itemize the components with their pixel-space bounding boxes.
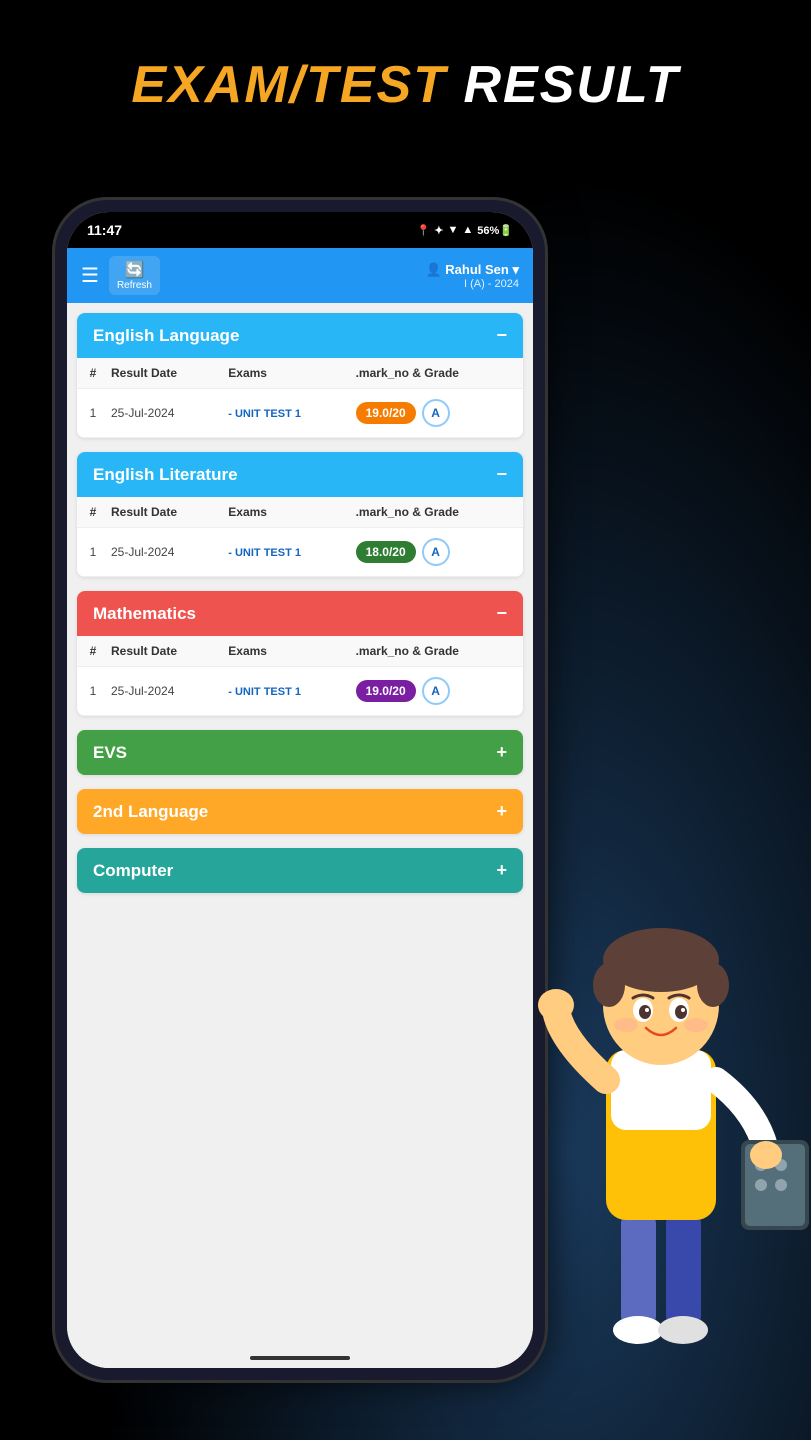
grade-circle: A [422,677,450,705]
col-exam: Exams [222,636,349,667]
wifi-icon: ▼ [448,224,459,236]
table-header-row: # Result Date Exams .mark_no & Grade [77,358,523,389]
user-name[interactable]: 👤 Rahul Sen ▾ [425,262,519,278]
subject-header-english-literature[interactable]: English Literature − [77,452,523,497]
expand-btn-evs[interactable]: + [496,742,507,763]
content-area[interactable]: English Language − # Result Date Exams .… [67,303,533,1368]
page-title: EXAM/TEST RESULT [131,55,679,115]
marks-grade-container: 19.0/20 A [356,677,517,705]
status-time: 11:47 [87,222,122,238]
row-exam: - UNIT TEST 1 [222,389,349,438]
col-num: # [77,358,105,389]
col-marks-grade: .mark_no & Grade [350,358,523,389]
row-date: 25-Jul-2024 [105,667,222,716]
row-marks-grade: 18.0/20 A [350,528,523,577]
hamburger-menu[interactable]: ☰ [81,263,99,288]
subject-name-mathematics: Mathematics [93,604,196,624]
result-table-english-literature: # Result Date Exams .mark_no & Grade 1 2… [77,497,523,577]
marks-grade-container: 18.0/20 A [356,538,517,566]
subject-header-2nd-language[interactable]: 2nd Language + [77,789,523,834]
header-left: ☰ 🔄 Refresh [81,256,160,295]
phone-screen: 11:47 📍 ✦ ▼ ▲ 56%🔋 ☰ 🔄 Refresh 👤 Rahul S… [67,212,533,1368]
subject-card-computer: Computer + [77,848,523,893]
result-table-mathematics: # Result Date Exams .mark_no & Grade 1 2… [77,636,523,716]
row-exam: - UNIT TEST 1 [222,667,349,716]
phone-frame: 11:47 📍 ✦ ▼ ▲ 56%🔋 ☰ 🔄 Refresh 👤 Rahul S… [55,200,545,1380]
row-num: 1 [77,389,105,438]
user-class: I (A) - 2024 [425,278,519,290]
marks-badge: 18.0/20 [356,541,416,563]
subject-header-evs[interactable]: EVS + [77,730,523,775]
col-date: Result Date [105,497,222,528]
row-date: 25-Jul-2024 [105,389,222,438]
exam-name: - UNIT TEST 1 [228,547,301,559]
subject-name-english-literature: English Literature [93,465,238,485]
collapse-btn-mathematics[interactable]: − [496,603,507,624]
subject-card-evs: EVS + [77,730,523,775]
col-date: Result Date [105,358,222,389]
location-icon: 📍 [417,224,431,237]
bluetooth-icon: ✦ [434,224,443,237]
collapse-btn-english-language[interactable]: − [496,325,507,346]
table-row: 1 25-Jul-2024 - UNIT TEST 1 18.0/20 A [77,528,523,577]
table-header-row: # Result Date Exams .mark_no & Grade [77,497,523,528]
row-exam: - UNIT TEST 1 [222,528,349,577]
exam-name: - UNIT TEST 1 [228,686,301,698]
title-result: RESULT [447,56,680,114]
row-date: 25-Jul-2024 [105,528,222,577]
collapse-btn-english-literature[interactable]: − [496,464,507,485]
subject-header-english-language[interactable]: English Language − [77,313,523,358]
col-date: Result Date [105,636,222,667]
header-right: 👤 Rahul Sen ▾ I (A) - 2024 [425,262,519,290]
subject-name-english-language: English Language [93,326,239,346]
refresh-label: Refresh [117,280,152,291]
col-exam: Exams [222,497,349,528]
subject-name-computer: Computer [93,861,173,881]
title-exam-test: EXAM/TEST [131,56,447,114]
grade-circle: A [422,538,450,566]
table-row: 1 25-Jul-2024 - UNIT TEST 1 19.0/20 A [77,667,523,716]
subject-header-mathematics[interactable]: Mathematics − [77,591,523,636]
col-marks-grade: .mark_no & Grade [350,497,523,528]
status-icons: 📍 ✦ ▼ ▲ 56%🔋 [417,224,513,237]
col-num: # [77,497,105,528]
col-exam: Exams [222,358,349,389]
refresh-button[interactable]: 🔄 Refresh [109,256,160,295]
row-marks-grade: 19.0/20 A [350,667,523,716]
marks-grade-container: 19.0/20 A [356,399,517,427]
row-num: 1 [77,667,105,716]
table-row: 1 25-Jul-2024 - UNIT TEST 1 19.0/20 A [77,389,523,438]
table-header-row: # Result Date Exams .mark_no & Grade [77,636,523,667]
subject-card-english-literature: English Literature − # Result Date Exams… [77,452,523,577]
subject-card-mathematics: Mathematics − # Result Date Exams .mark_… [77,591,523,716]
home-bar [250,1356,350,1360]
marks-badge: 19.0/20 [356,402,416,424]
marks-badge: 19.0/20 [356,680,416,702]
exam-name: - UNIT TEST 1 [228,408,301,420]
row-num: 1 [77,528,105,577]
result-table-english-language: # Result Date Exams .mark_no & Grade 1 2… [77,358,523,438]
subject-card-english-language: English Language − # Result Date Exams .… [77,313,523,438]
subject-name-evs: EVS [93,743,127,763]
subject-name-2nd-language: 2nd Language [93,802,208,822]
col-num: # [77,636,105,667]
signal-icon: ▲ [462,224,473,236]
col-marks-grade: .mark_no & Grade [350,636,523,667]
grade-circle: A [422,399,450,427]
subject-card-2nd-language: 2nd Language + [77,789,523,834]
subject-header-computer[interactable]: Computer + [77,848,523,893]
refresh-icon: 🔄 [117,260,152,280]
battery-icon: 56%🔋 [477,224,513,237]
status-bar: 11:47 📍 ✦ ▼ ▲ 56%🔋 [67,212,533,248]
character-illustration [501,810,811,1410]
row-marks-grade: 19.0/20 A [350,389,523,438]
app-header: ☰ 🔄 Refresh 👤 Rahul Sen ▾ I (A) - 2024 [67,248,533,303]
